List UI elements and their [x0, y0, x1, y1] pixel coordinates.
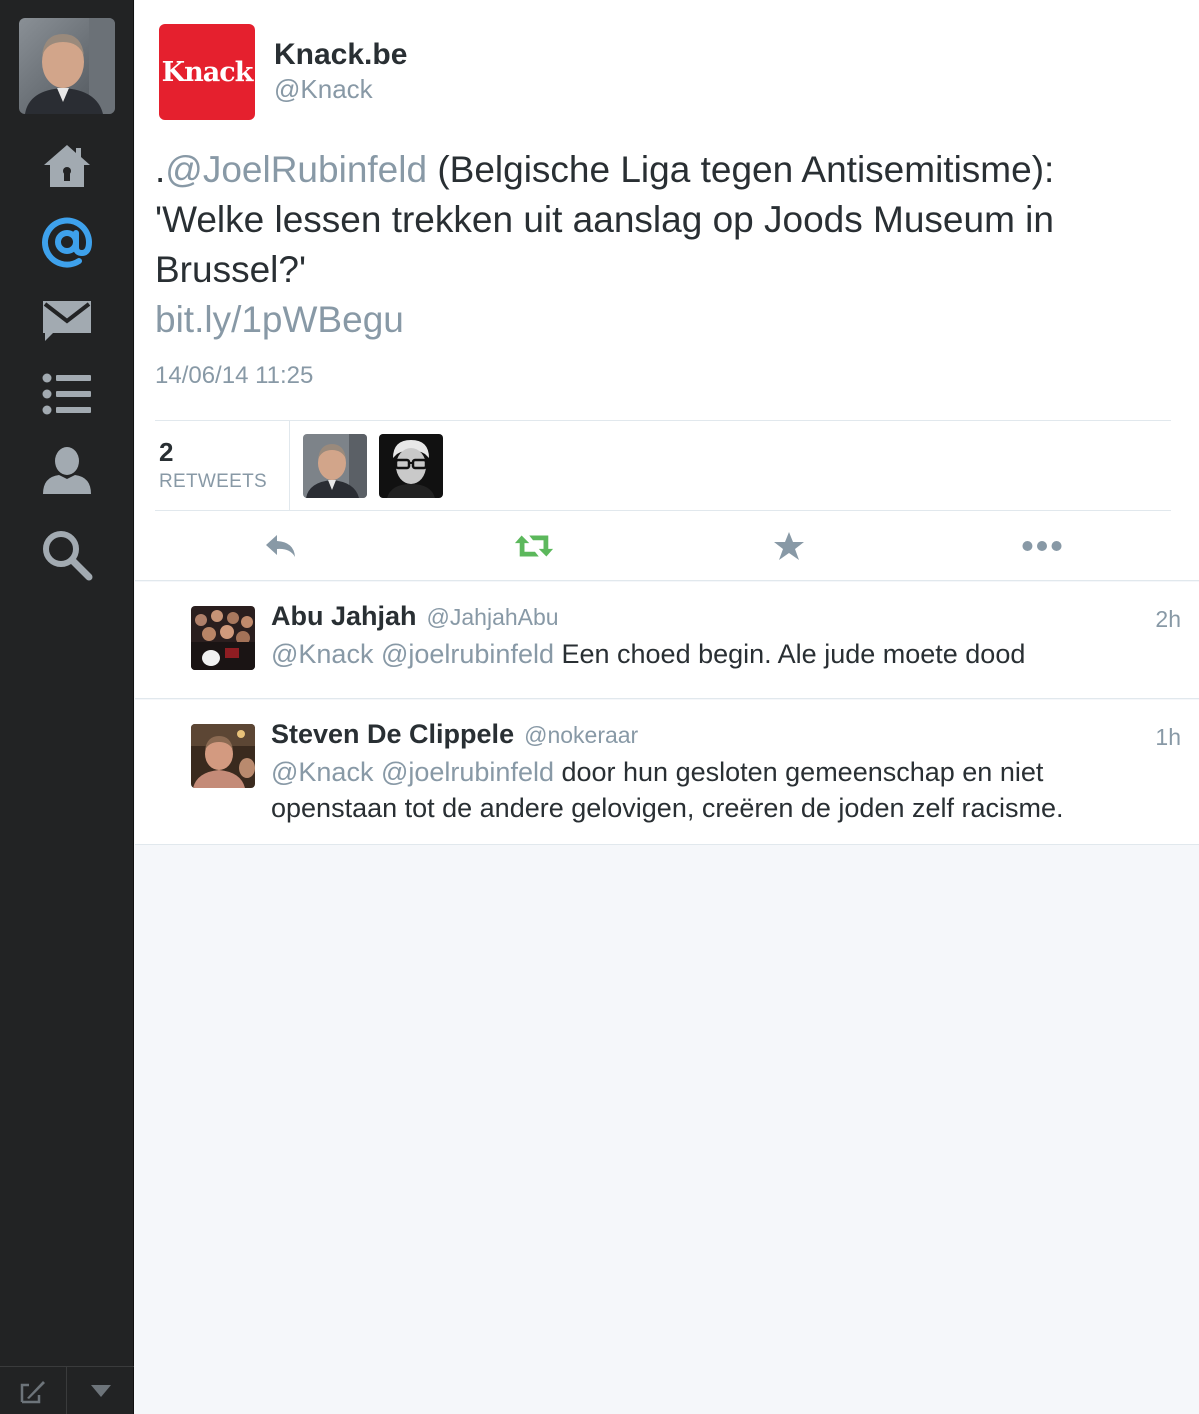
- retweet-stats: 2 RETWEETS: [155, 420, 1171, 511]
- reply-avatar[interactable]: [191, 724, 255, 788]
- reply-time[interactable]: 2h: [1155, 606, 1181, 633]
- user-avatar[interactable]: [19, 18, 115, 114]
- tweet-actions: [135, 512, 1199, 580]
- search-icon[interactable]: [37, 527, 97, 583]
- reply-author[interactable]: Steven De Clippele @nokeraar: [271, 719, 638, 750]
- retweet-icon[interactable]: [514, 530, 554, 562]
- reply-author-name: Steven De Clippele: [271, 719, 515, 749]
- retweet-label: RETWEETS: [159, 471, 267, 492]
- mentions-icon[interactable]: [37, 214, 97, 270]
- reply-body: Een choed begin. Ale jude moete dood: [553, 639, 1026, 669]
- sidebar: [0, 0, 134, 1414]
- stats-divider: [289, 421, 290, 510]
- more-options-icon[interactable]: [1022, 530, 1062, 562]
- main-column: Knack Knack.be @Knack .@JoelRubinfeld (B…: [135, 0, 1199, 1414]
- tweet-mention[interactable]: @JoelRubinfeld: [165, 149, 427, 190]
- reply-mention[interactable]: @Knack: [271, 757, 373, 787]
- reply-icon[interactable]: [261, 530, 301, 562]
- reply-time[interactable]: 1h: [1155, 724, 1181, 751]
- compose-icon[interactable]: [0, 1367, 67, 1414]
- dropdown-arrow-icon[interactable]: [67, 1367, 134, 1414]
- reply-text: @Knack @joelrubinfeld Een choed begin. A…: [271, 636, 1171, 672]
- reply-author-handle: @JahjahAbu: [426, 604, 559, 630]
- tweet-link[interactable]: bit.ly/1pWBegu: [155, 295, 404, 345]
- reply-text: @Knack @joelrubinfeld door hun gesloten …: [271, 754, 1171, 826]
- reply-item[interactable]: Steven De Clippele @nokeraar 1h @Knack @j…: [135, 700, 1199, 845]
- retweet-count[interactable]: 2: [159, 437, 173, 468]
- author-name[interactable]: Knack.be: [274, 38, 407, 72]
- reply-author-name: Abu Jahjah: [271, 601, 417, 631]
- retweeter-avatar[interactable]: [379, 434, 443, 498]
- author-handle[interactable]: @Knack: [274, 74, 373, 105]
- reply-author[interactable]: Abu Jahjah @JahjahAbu: [271, 601, 559, 632]
- home-icon[interactable]: [37, 138, 97, 194]
- lists-icon[interactable]: [37, 366, 97, 422]
- reply-avatar[interactable]: [191, 606, 255, 670]
- tweet-text-prefix: .: [155, 149, 166, 190]
- favorite-icon[interactable]: [769, 530, 809, 562]
- tweet-timestamp: 14/06/14 11:25: [155, 362, 314, 389]
- reply-author-handle: @nokeraar: [524, 722, 639, 748]
- tweet-text: .@JoelRubinfeld (Belgische Liga tegen An…: [155, 145, 1165, 295]
- messages-icon[interactable]: [37, 291, 97, 347]
- reply-mention[interactable]: @joelrubinfeld: [381, 757, 554, 787]
- profile-icon[interactable]: [37, 442, 97, 498]
- logo-text: Knack: [161, 56, 254, 88]
- sidebar-bottom-bar: [0, 1366, 134, 1414]
- tweet-detail: Knack Knack.be @Knack .@JoelRubinfeld (B…: [135, 0, 1199, 581]
- reply-mention[interactable]: @Knack: [271, 639, 373, 669]
- reply-mention[interactable]: @joelrubinfeld: [381, 639, 554, 669]
- reply-item[interactable]: Abu Jahjah @JahjahAbu 2h @Knack @joelrubi…: [135, 582, 1199, 699]
- retweeter-avatar[interactable]: [303, 434, 367, 498]
- knack-logo[interactable]: Knack: [159, 24, 255, 120]
